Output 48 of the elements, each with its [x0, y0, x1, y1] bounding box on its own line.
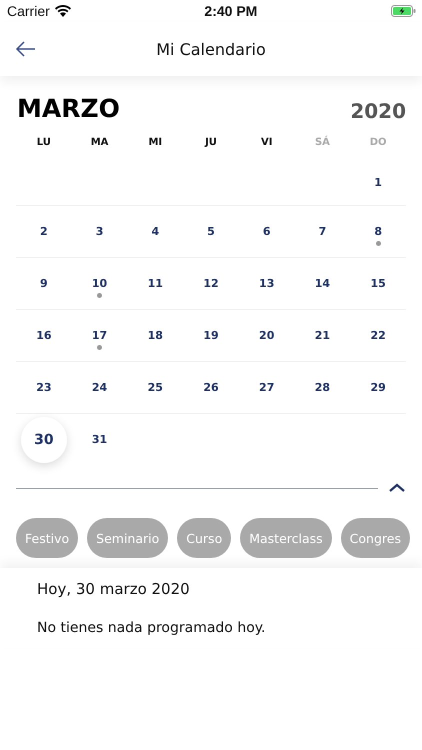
day-button[interactable]: 20 [259, 328, 274, 344]
day-button[interactable]: 24 [92, 380, 108, 396]
day-button[interactable]: 14 [314, 276, 330, 292]
day-button[interactable]: 26 [203, 380, 219, 396]
day-button[interactable]: 17 [92, 328, 108, 344]
weekday-label: SÁ [314, 137, 330, 148]
day-button[interactable]: 31 [92, 432, 108, 448]
day-button[interactable]: 10 [92, 276, 108, 292]
day-button[interactable]: 28 [314, 380, 330, 396]
day-button[interactable]: 6 [262, 224, 271, 240]
wifi-icon [54, 5, 71, 17]
weekday-label: VI [260, 137, 272, 148]
weekday-label: LU [36, 137, 51, 148]
day-button[interactable]: 2 [40, 224, 48, 240]
day-button[interactable]: 19 [203, 328, 219, 344]
day-button[interactable]: 12 [203, 276, 219, 292]
year-label: 2020 [350, 99, 406, 123]
agenda-date: Hoy, 30 marzo 2020 [37, 580, 191, 598]
battery-icon [390, 5, 416, 17]
day-button[interactable]: 1 [374, 174, 382, 190]
day-button[interactable]: 25 [148, 380, 163, 396]
day-button[interactable]: 7 [318, 224, 326, 240]
day-button[interactable]: 11 [148, 276, 163, 292]
weekday-label: MI [148, 137, 162, 148]
day-button[interactable]: 29 [370, 380, 386, 396]
day-button[interactable]: 18 [148, 328, 163, 344]
day-button[interactable]: 16 [36, 328, 52, 344]
clock-time: 2:40 PM [204, 3, 258, 19]
day-button[interactable]: 9 [40, 276, 48, 292]
day-button[interactable]: 3 [96, 224, 104, 240]
month-title: MARZO [17, 94, 120, 123]
day-button[interactable]: 23 [36, 380, 52, 396]
day-button[interactable]: 5 [207, 224, 215, 240]
collapse-button[interactable] [388, 482, 406, 494]
day-button[interactable]: 13 [259, 276, 274, 292]
day-button[interactable]: 27 [259, 380, 274, 396]
carrier-label: Carrier [7, 3, 50, 19]
day-button[interactable]: 30 [20, 416, 67, 462]
weekday-label: JU [205, 137, 217, 148]
weekday-label: DO [370, 137, 387, 148]
weekday-label: MA [90, 137, 108, 148]
day-button[interactable]: 21 [314, 328, 330, 344]
empty-message: No tienes nada programado hoy. [37, 620, 266, 636]
day-button[interactable]: 4 [151, 224, 160, 240]
day-button[interactable]: 15 [370, 276, 386, 292]
day-button[interactable]: 22 [370, 328, 386, 344]
day-button[interactable]: 8 [374, 224, 382, 240]
page-title: Mi Calendario [156, 40, 266, 58]
